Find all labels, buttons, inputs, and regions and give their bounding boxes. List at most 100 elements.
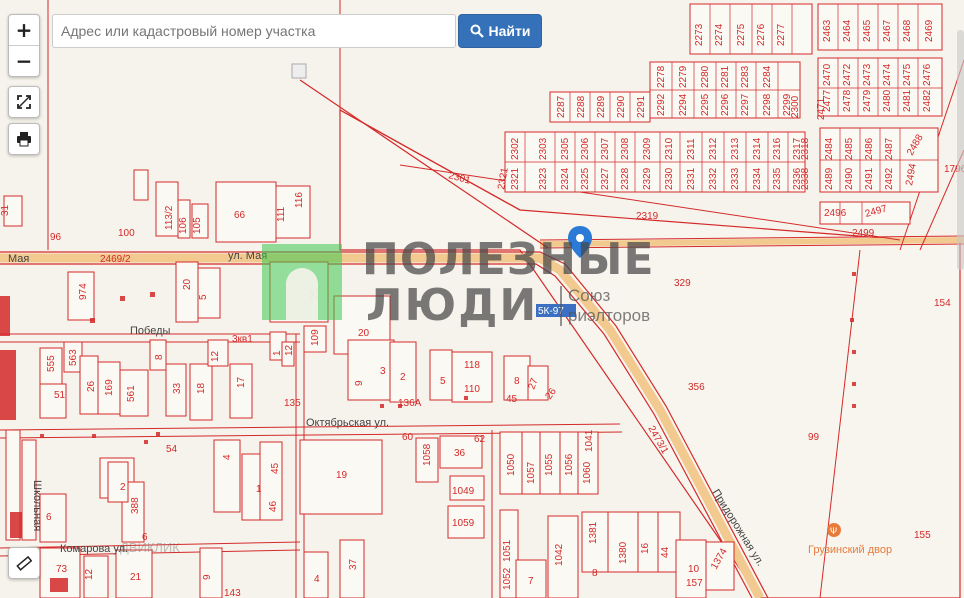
svg-text:116: 116 (294, 192, 305, 208)
svg-text:2465: 2465 (862, 19, 873, 42)
svg-text:2489: 2489 (824, 167, 835, 190)
svg-text:561: 561 (126, 385, 137, 402)
ruler-button[interactable] (8, 547, 40, 579)
svg-text:2308: 2308 (620, 137, 631, 160)
svg-text:2297: 2297 (740, 93, 751, 116)
svg-text:118: 118 (464, 360, 480, 371)
svg-text:2464: 2464 (842, 19, 853, 42)
svg-text:2273: 2273 (694, 23, 705, 46)
svg-text:2289: 2289 (596, 95, 607, 118)
search-input[interactable] (52, 14, 456, 48)
svg-text:2: 2 (400, 372, 406, 383)
svg-text:2291: 2291 (636, 95, 647, 118)
svg-text:106: 106 (178, 217, 189, 234)
svg-text:2491: 2491 (864, 167, 875, 190)
svg-text:51: 51 (54, 390, 66, 401)
svg-text:1058: 1058 (422, 443, 433, 466)
svg-text:974: 974 (78, 283, 89, 300)
svg-text:2479: 2479 (862, 89, 873, 112)
svg-text:2332: 2332 (708, 167, 719, 190)
watermark-title: ПОЛЕЗНЫЕ (362, 234, 655, 285)
poi-label: Грузинский двор (808, 544, 892, 556)
svg-text:2307: 2307 (600, 137, 611, 160)
print-icon (17, 132, 31, 147)
svg-text:555: 555 (46, 355, 57, 372)
broken-image-icon (291, 63, 307, 79)
svg-text:155: 155 (914, 530, 931, 541)
svg-text:20: 20 (182, 278, 193, 290)
svg-text:2288: 2288 (576, 95, 587, 118)
zoom-out-button[interactable]: − (9, 46, 39, 76)
svg-text:1381: 1381 (588, 521, 599, 544)
svg-text:6: 6 (46, 512, 52, 523)
svg-text:169: 169 (104, 379, 115, 396)
svg-text:44: 44 (660, 546, 671, 558)
watermark-title-2: ЛЮДИ (366, 280, 539, 331)
svg-text:9: 9 (354, 380, 365, 386)
svg-text:2482: 2482 (922, 89, 933, 112)
svg-text:136А: 136А (398, 398, 422, 409)
search-icon (470, 24, 484, 38)
svg-text:1055: 1055 (544, 453, 555, 476)
svg-text:2478: 2478 (842, 89, 853, 112)
svg-text:2313: 2313 (730, 137, 741, 160)
svg-text:8: 8 (514, 376, 520, 387)
svg-text:16: 16 (640, 542, 651, 554)
map-attribution: ДВИКЛИК (120, 540, 180, 555)
svg-text:2472: 2472 (842, 63, 853, 86)
svg-text:2499: 2499 (852, 228, 875, 239)
ruler-icon (16, 555, 32, 571)
svg-text:157: 157 (686, 578, 703, 589)
svg-text:3кв1: 3кв1 (232, 334, 253, 345)
svg-text:2295: 2295 (700, 93, 711, 116)
svg-text:Октябрьская ул.: Октябрьская ул. (306, 417, 389, 429)
svg-text:2279: 2279 (678, 65, 689, 88)
svg-text:2296: 2296 (720, 93, 731, 116)
svg-text:1042: 1042 (554, 543, 565, 566)
svg-text:2305: 2305 (560, 137, 571, 160)
svg-text:1059: 1059 (452, 518, 475, 529)
svg-text:2274: 2274 (714, 23, 725, 46)
svg-text:2306: 2306 (580, 137, 591, 160)
page-scrollbar[interactable] (957, 30, 964, 270)
svg-text:2470: 2470 (822, 63, 833, 86)
svg-text:105: 105 (192, 217, 203, 234)
zoom-in-button[interactable]: + (9, 15, 39, 46)
svg-text:5: 5 (198, 294, 209, 300)
svg-text:Победы: Победы (130, 325, 170, 337)
svg-text:2475: 2475 (902, 63, 913, 86)
svg-text:154: 154 (934, 298, 951, 309)
svg-text:356: 356 (688, 382, 705, 393)
svg-text:110: 110 (464, 384, 480, 395)
svg-text:54: 54 (166, 444, 178, 455)
svg-text:2334: 2334 (752, 167, 763, 190)
svg-text:2284: 2284 (762, 65, 773, 88)
svg-text:2310: 2310 (664, 137, 675, 160)
svg-text:2325: 2325 (580, 167, 591, 190)
svg-text:Школьная: Школьная (31, 480, 43, 531)
svg-text:2330: 2330 (664, 167, 675, 190)
svg-text:2292: 2292 (656, 93, 667, 116)
svg-text:19: 19 (336, 470, 348, 481)
svg-text:2324: 2324 (560, 167, 571, 190)
svg-text:2469: 2469 (924, 19, 935, 42)
search-button-label: Найти (488, 23, 531, 39)
svg-text:2319: 2319 (636, 211, 659, 222)
search-box (52, 14, 456, 48)
svg-text:12: 12 (84, 568, 95, 580)
svg-text:8: 8 (592, 568, 598, 579)
fullscreen-button[interactable] (8, 86, 40, 118)
svg-text:388: 388 (130, 497, 141, 514)
svg-text:45: 45 (270, 462, 281, 474)
svg-text:2480: 2480 (882, 89, 893, 112)
svg-text:2468: 2468 (902, 19, 913, 42)
svg-text:66: 66 (234, 210, 246, 221)
svg-text:2471: 2471 (816, 97, 827, 120)
svg-text:96: 96 (50, 232, 62, 243)
search-button[interactable]: Найти (458, 14, 542, 48)
svg-text:2473: 2473 (862, 63, 873, 86)
svg-text:135: 135 (284, 398, 301, 409)
svg-text:2290: 2290 (616, 95, 627, 118)
svg-text:3: 3 (380, 366, 386, 377)
print-button[interactable] (8, 123, 40, 155)
